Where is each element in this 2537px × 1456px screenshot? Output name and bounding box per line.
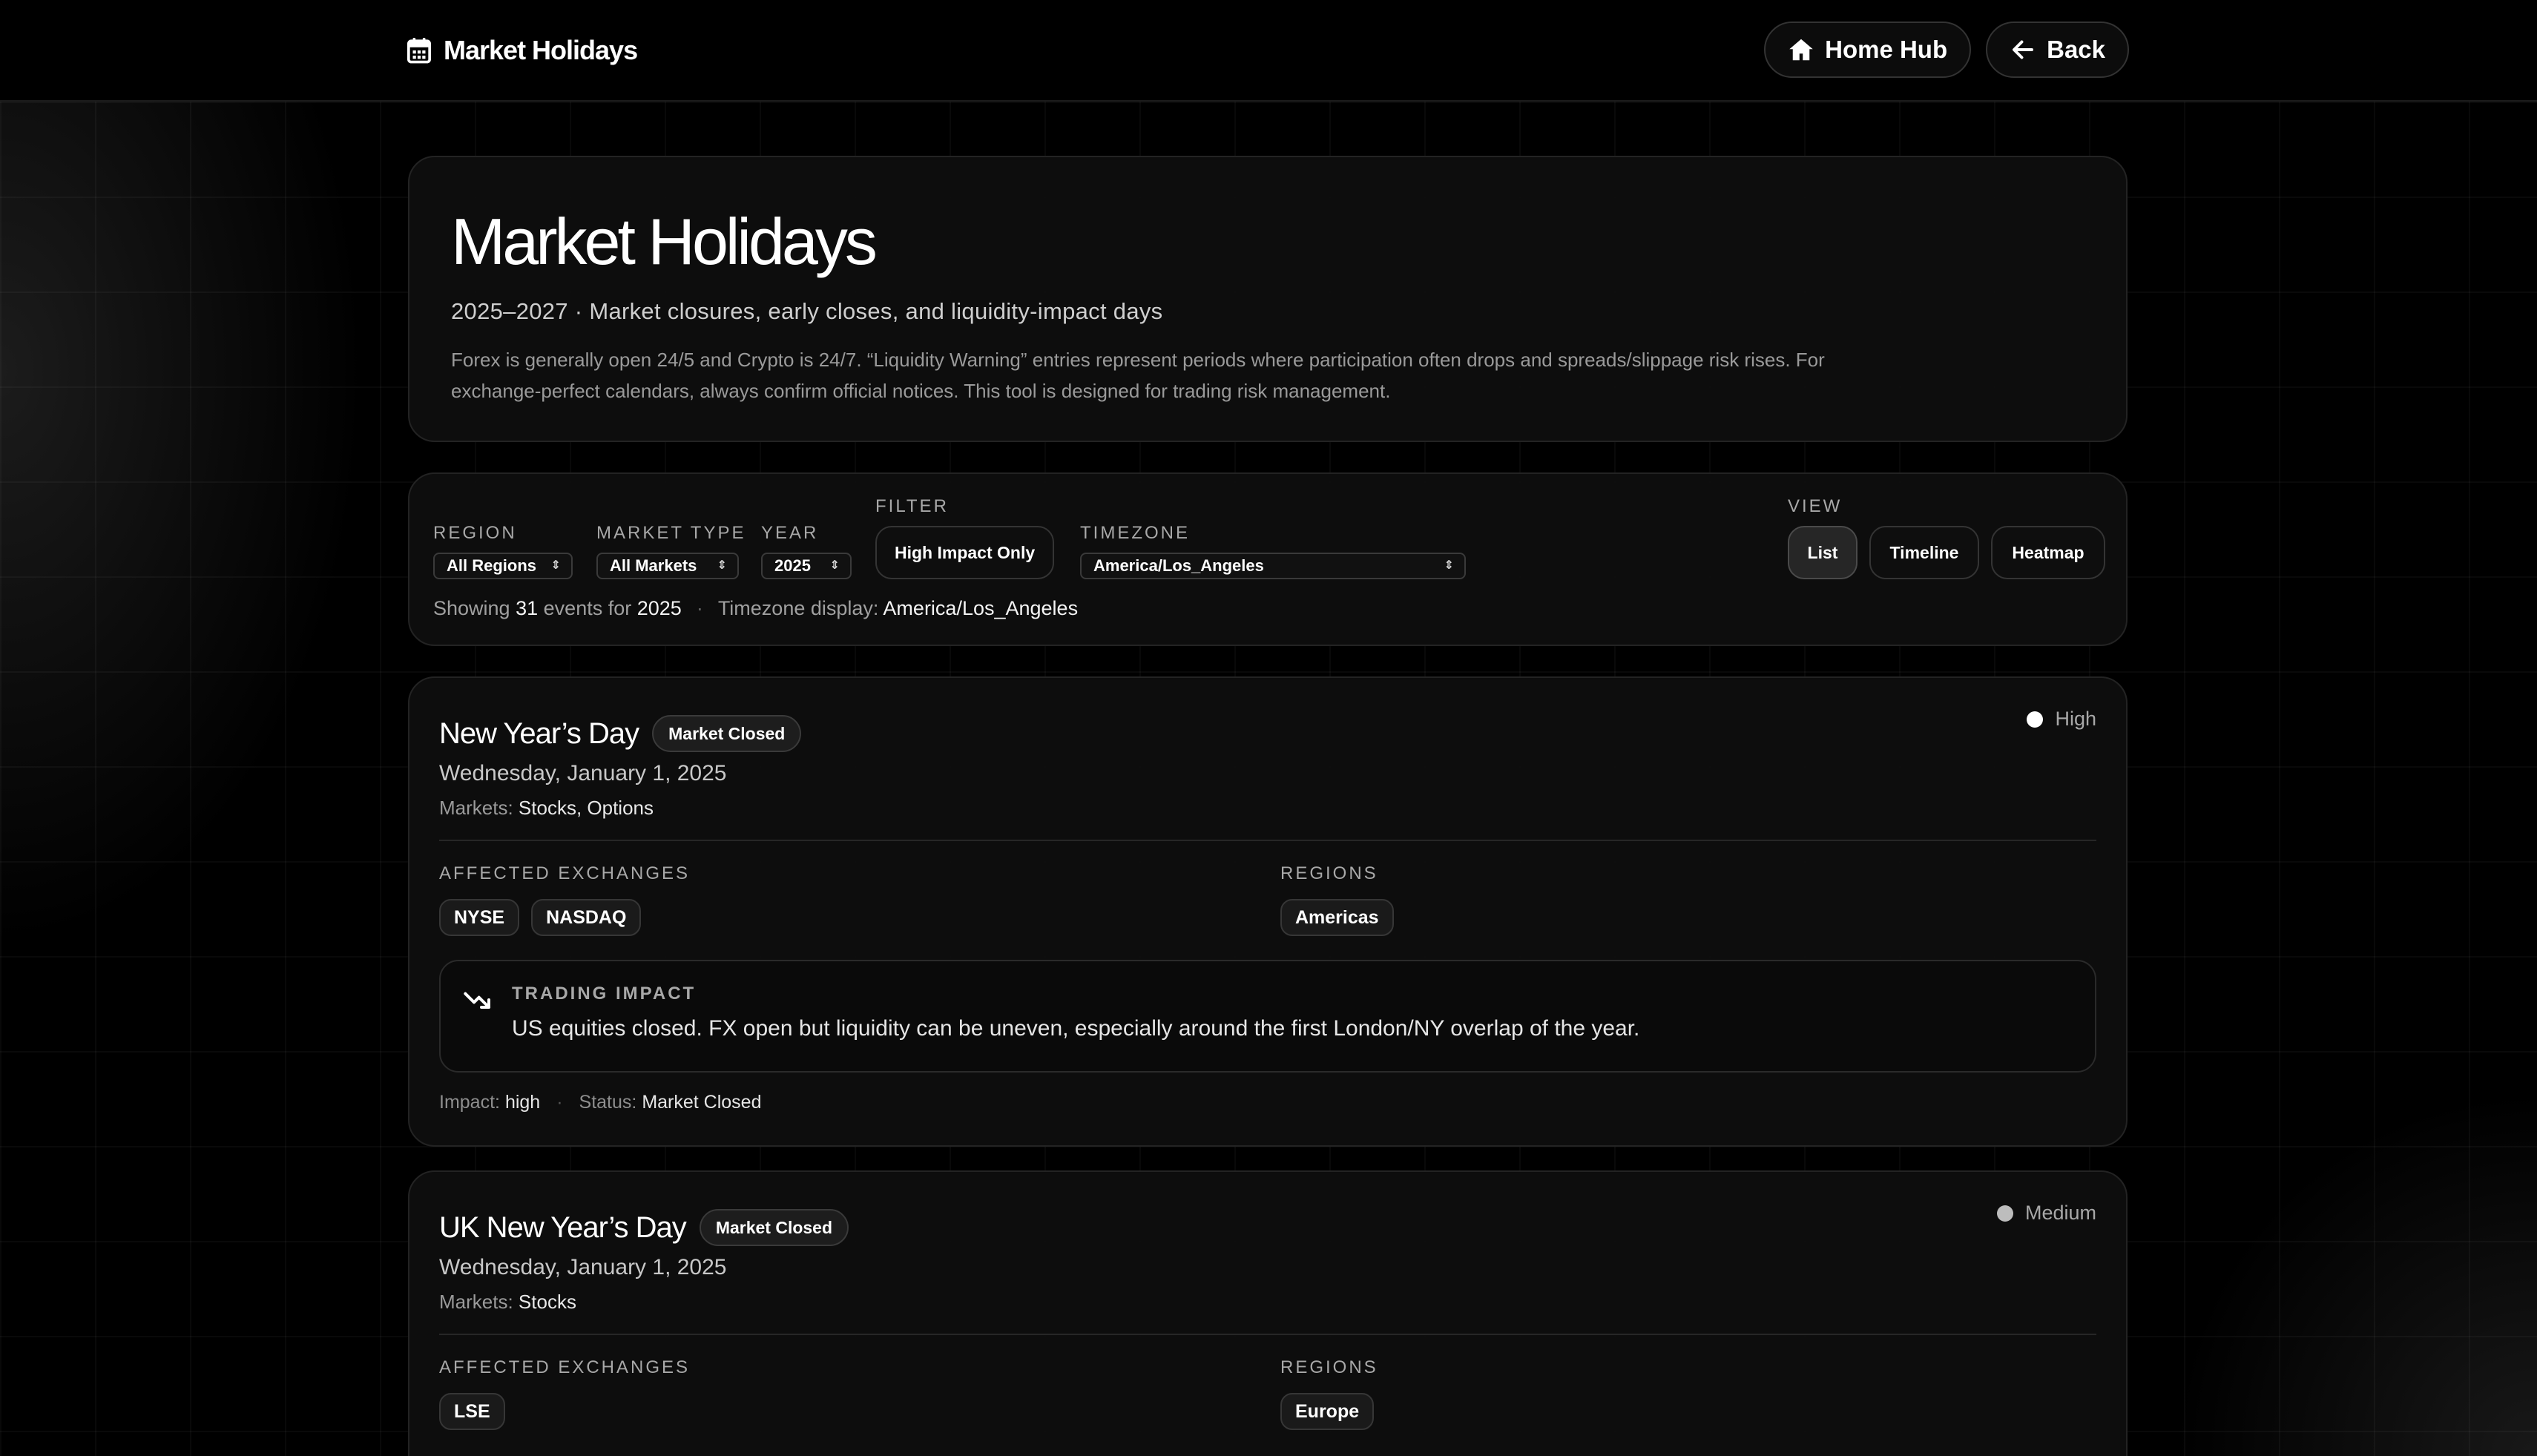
market-type-select[interactable]: All Markets ⇕	[596, 553, 739, 579]
view-list-button[interactable]: List	[1788, 526, 1857, 579]
view-label: View	[1788, 496, 1843, 516]
markets-label: Markets:	[439, 1291, 513, 1313]
brand[interactable]: Market Holidays	[407, 33, 638, 68]
hero-card: Market Holidays 2025–2027 · Market closu…	[408, 156, 2128, 442]
summary-tz-label: Timezone display:	[717, 597, 879, 619]
home-hub-button[interactable]: Home Hub	[1764, 22, 1972, 78]
summary-year: 2025	[636, 597, 682, 619]
exchange-tag: LSE	[439, 1393, 505, 1430]
status-badge: Market Closed	[652, 715, 802, 752]
exchanges-label: Affected Exchanges	[439, 1357, 691, 1377]
select-caret-icon: ⇕	[550, 559, 561, 572]
affected-exchanges: Affected Exchanges NYSE NASDAQ	[439, 863, 690, 936]
impact-label: High	[2055, 708, 2096, 730]
footer-status-label: Status:	[579, 1092, 637, 1113]
markets-value: Stocks, Options	[518, 797, 654, 819]
regions-label: Regions	[1280, 1357, 1378, 1377]
impact-indicator: High	[2027, 708, 2096, 731]
impact-dot-icon	[1996, 1205, 2013, 1222]
timezone-filter: Timezone America/Los_Angeles ⇕	[1080, 523, 1466, 579]
back-button[interactable]: Back	[1986, 22, 2129, 78]
event-markets: Markets: Stocks, Options	[439, 797, 654, 820]
home-hub-label: Home Hub	[1825, 36, 1948, 63]
divider	[439, 840, 2096, 841]
year-label: Year	[761, 523, 819, 543]
summary-count: 31	[516, 597, 539, 619]
event-date: Wednesday, January 1, 2025	[439, 1255, 727, 1279]
page-description: Forex is generally open 24/5 and Crypto …	[451, 349, 1825, 402]
footer-impact-label: Impact:	[439, 1092, 500, 1113]
results-summary: Showing 31 events for 2025 · Timezone di…	[433, 597, 1078, 620]
page-title: Market Holidays	[451, 205, 878, 278]
filter-bar: Region All Regions ⇕ Market Type All Mar…	[408, 472, 2128, 646]
timezone-value: America/Los_Angeles	[1093, 556, 1264, 575]
view-timeline-button[interactable]: Timeline	[1869, 526, 1979, 579]
affected-exchanges: Affected Exchanges LSE	[439, 1357, 690, 1430]
separator-dot: ·	[556, 1092, 563, 1113]
event-markets: Markets: Stocks	[439, 1291, 576, 1314]
markets-label: Markets:	[439, 797, 513, 819]
market-type-value: All Markets	[610, 556, 697, 575]
event-card[interactable]: UK New Year’s Day Market Closed Medium W…	[408, 1170, 2128, 1456]
impact-dot-icon	[2027, 711, 2044, 728]
impact-filter: Filter High Impact Only	[875, 496, 1055, 579]
year-select[interactable]: 2025 ⇕	[761, 553, 852, 579]
exchange-tag: NASDAQ	[531, 899, 642, 936]
region-tag: Americas	[1280, 899, 1394, 936]
year-filter: Year 2025 ⇕	[761, 523, 852, 579]
footer-status-value: Market Closed	[642, 1092, 762, 1113]
market-type-filter: Market Type All Markets ⇕	[596, 523, 746, 579]
summary-events-for: events for	[543, 597, 632, 619]
event-regions: Regions Americas	[1280, 863, 1394, 936]
event-header: UK New Year’s Day Market Closed	[439, 1209, 849, 1246]
trading-impact-text: US equities closed. FX open but liquidit…	[512, 1016, 1640, 1041]
status-badge: Market Closed	[699, 1209, 849, 1246]
high-impact-only-button[interactable]: High Impact Only	[875, 526, 1055, 579]
event-title: UK New Year’s Day	[439, 1210, 687, 1244]
exchanges-label: Affected Exchanges	[439, 863, 691, 883]
region-filter: Region All Regions ⇕	[433, 523, 573, 579]
view-heatmap-button[interactable]: Heatmap	[1991, 526, 2105, 579]
event-date: Wednesday, January 1, 2025	[439, 761, 727, 785]
trading-impact-label: Trading Impact	[512, 984, 697, 1004]
event-title: New Year’s Day	[439, 717, 639, 750]
page-subtitle: 2025–2027 · Market closures, early close…	[451, 298, 1163, 324]
impact-indicator: Medium	[1996, 1202, 2096, 1225]
summary-showing: Showing	[433, 597, 510, 619]
separator-dot: ·	[696, 597, 703, 619]
timezone-select[interactable]: America/Los_Angeles ⇕	[1080, 553, 1466, 579]
footer-impact-value: high	[504, 1092, 541, 1113]
top-bar: Market Holidays Home Hub Back	[0, 0, 2537, 102]
view-switcher: View List Timeline Heatmap	[1788, 496, 2105, 579]
trend-down-icon	[463, 985, 493, 1015]
filter-label: Filter	[875, 496, 949, 516]
event-header: New Year’s Day Market Closed	[439, 715, 802, 752]
markets-value: Stocks	[518, 1291, 576, 1313]
timezone-label: Timezone	[1080, 523, 1190, 543]
event-card[interactable]: New Year’s Day Market Closed High Wednes…	[408, 676, 2128, 1147]
trading-impact-box: Trading Impact US equities closed. FX op…	[439, 960, 2096, 1073]
select-caret-icon: ⇕	[1444, 559, 1454, 572]
nav-buttons: Home Hub Back	[1764, 22, 2129, 78]
market-type-label: Market Type	[596, 523, 746, 543]
year-value: 2025	[774, 556, 811, 575]
back-label: Back	[2047, 36, 2105, 63]
event-footer: Impact: high · Status: Market Closed	[439, 1092, 761, 1113]
select-caret-icon: ⇕	[717, 559, 727, 572]
divider	[439, 1334, 2096, 1335]
summary-tz-value: America/Los_Angeles	[883, 597, 1079, 619]
home-icon	[1788, 36, 1814, 63]
app-title: Market Holidays	[444, 35, 638, 65]
regions-label: Regions	[1280, 863, 1378, 883]
impact-label: Medium	[2024, 1202, 2096, 1224]
arrow-left-icon	[2010, 36, 2036, 63]
region-tag: Europe	[1280, 1393, 1375, 1430]
select-caret-icon: ⇕	[829, 559, 840, 572]
region-select[interactable]: All Regions ⇕	[433, 553, 573, 579]
event-regions: Regions Europe	[1280, 1357, 1378, 1430]
exchange-tag: NYSE	[439, 899, 520, 936]
region-value: All Regions	[447, 556, 537, 575]
region-label: Region	[433, 523, 517, 543]
calendar-icon	[407, 36, 432, 65]
